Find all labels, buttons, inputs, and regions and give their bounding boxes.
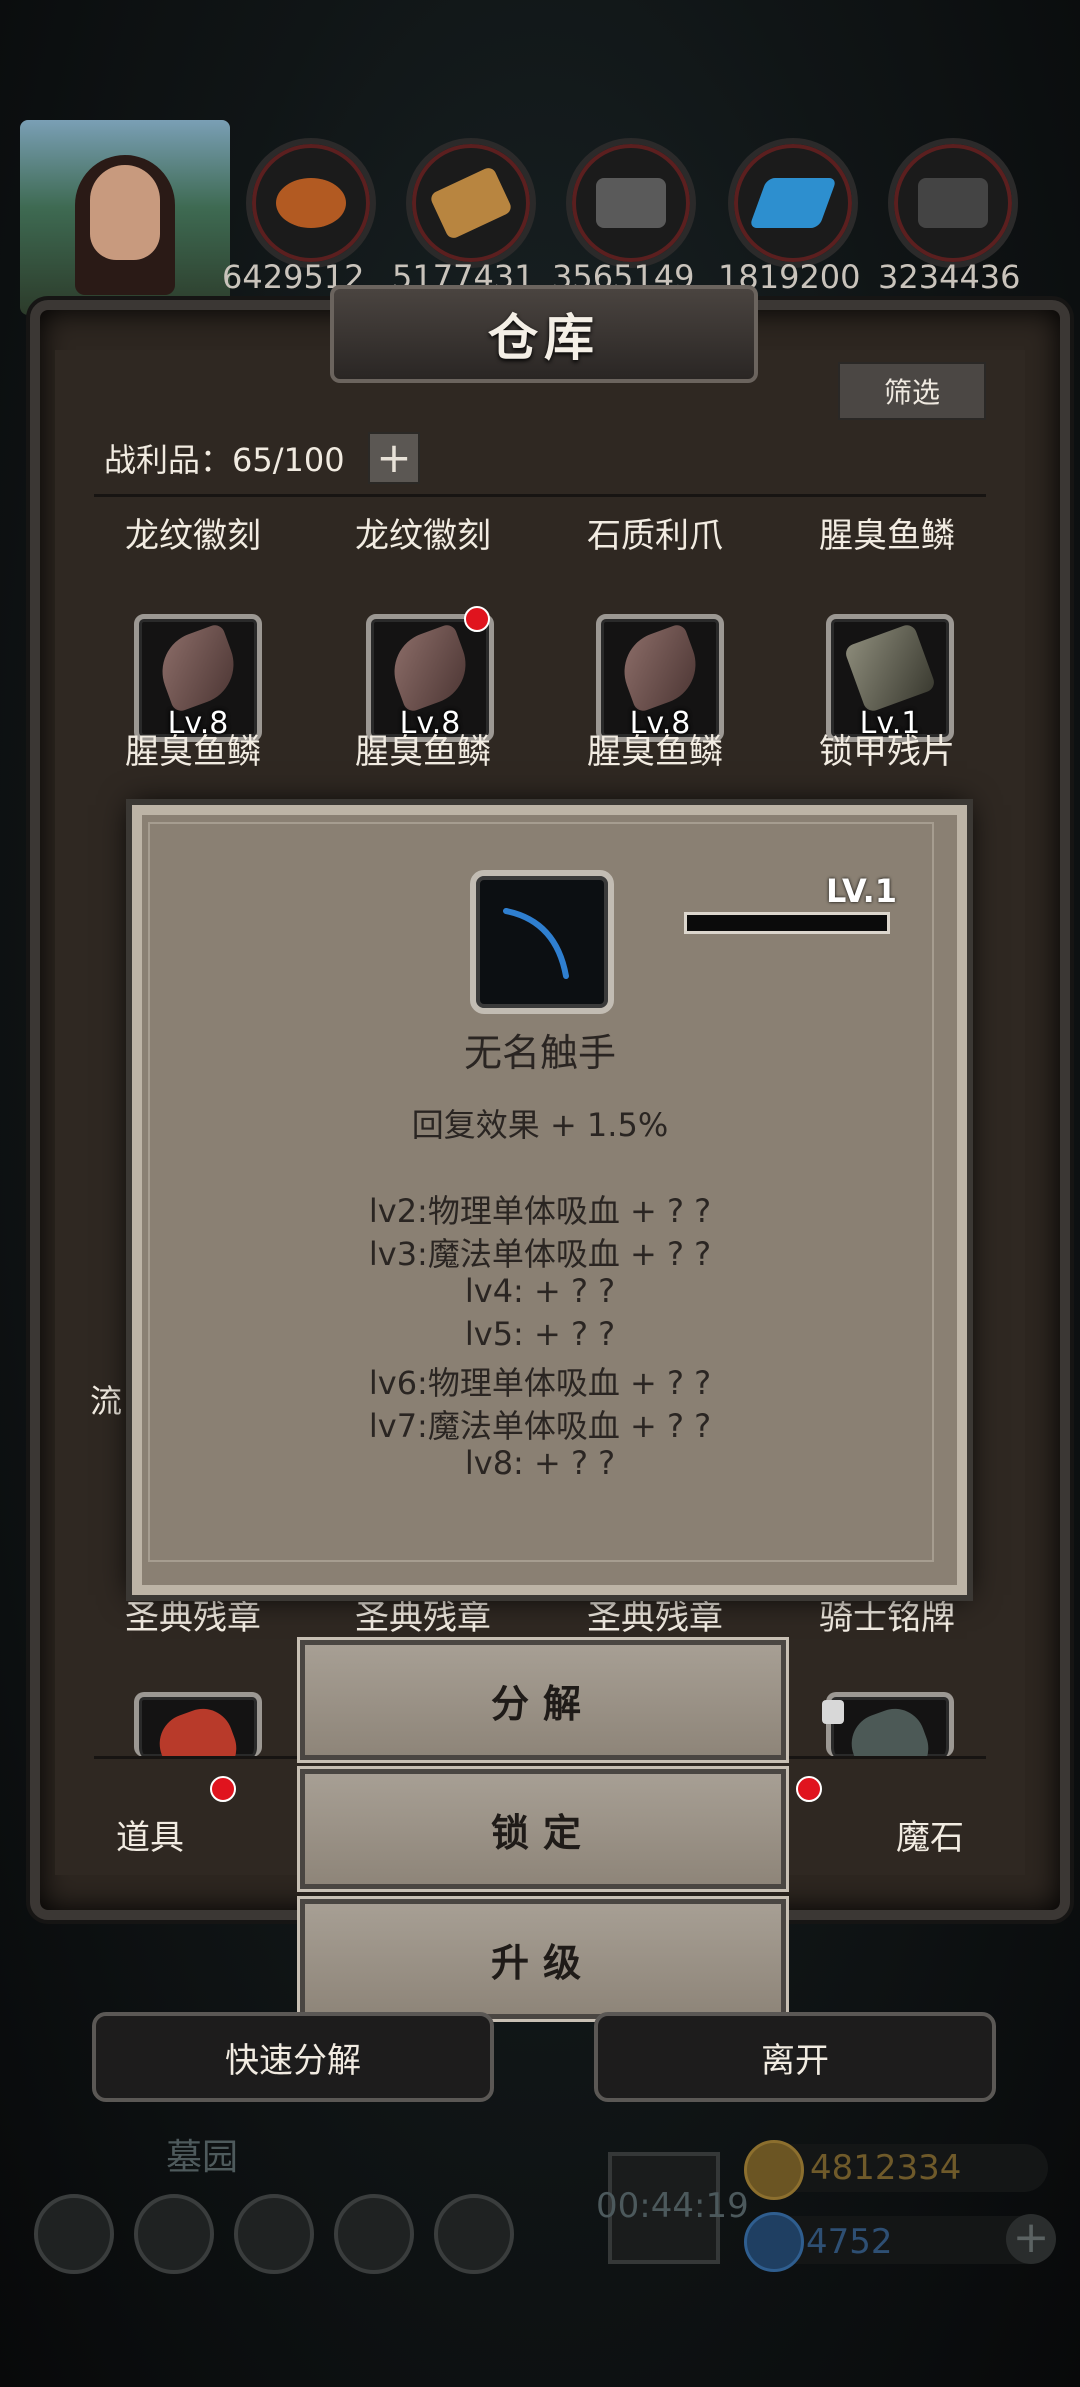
item-name: 锁甲残片	[819, 732, 955, 772]
item-label: 龙纹徽刻	[125, 516, 261, 556]
mail-icon[interactable]	[334, 2194, 414, 2274]
level-bonus-line: lv3:魔法单体吸血 + ? ?	[368, 1235, 712, 1273]
badge-icon[interactable]	[134, 2194, 214, 2274]
item-label-partial: 流	[90, 1382, 123, 1420]
item-level-label: LV.1	[826, 872, 898, 910]
upgrade-button[interactable]: 升级	[300, 1899, 786, 2019]
item-name: 圣典残章	[125, 1598, 261, 1638]
item-name: 腥臭鱼鳞	[125, 732, 261, 772]
area-name: 墓园	[166, 2137, 239, 2178]
loot-count: 战利品：65/100	[104, 441, 345, 479]
shield-icon[interactable]	[434, 2194, 514, 2274]
item-name: 骑士铭牌	[819, 1598, 955, 1638]
item-slot-fish-scale[interactable]: Lv.8	[134, 614, 262, 742]
item-name: 腥臭鱼鳞	[587, 732, 723, 772]
level-bonus-line: lv5: + ? ?	[464, 1315, 616, 1353]
item-label: 石质利爪	[587, 516, 723, 556]
filter-button[interactable]: 筛选	[838, 362, 986, 420]
tab-magic-stone[interactable]: 魔石	[896, 1810, 964, 1859]
tab-items[interactable]: 道具	[116, 1810, 184, 1859]
gift-timer: 00:44:19	[596, 2186, 749, 2226]
item-slot-partial[interactable]	[134, 1692, 262, 1757]
level-bonus-line: lv4: + ? ?	[464, 1272, 616, 1310]
tentacle-icon	[470, 870, 614, 1014]
gem-icon	[744, 2212, 804, 2272]
warehouse-title-plate: 仓库	[330, 285, 758, 383]
item-effect: 回复效果 + 1.5%	[411, 1106, 669, 1144]
lock-button[interactable]: 锁定	[300, 1769, 786, 1889]
item-slot-fish-scale[interactable]: Lv.8	[366, 614, 494, 742]
new-item-dot	[464, 606, 490, 632]
settings-icon[interactable]	[34, 2194, 114, 2274]
map-icon[interactable]	[234, 2194, 314, 2274]
item-name: 腥臭鱼鳞	[355, 732, 491, 772]
item-label: 腥臭鱼鳞	[819, 516, 955, 556]
tab-magic-stone-dot	[796, 1776, 822, 1802]
item-label: 龙纹徽刻	[355, 516, 491, 556]
level-progress-bar	[684, 912, 890, 934]
ore-icon[interactable]	[246, 138, 376, 268]
gem-amount: 4752	[806, 2222, 893, 2262]
item-slot-fish-scale[interactable]: Lv.8	[596, 614, 724, 742]
item-slot-partial[interactable]	[826, 1692, 954, 1757]
expand-capacity-button[interactable]: +	[368, 432, 420, 484]
steel-icon[interactable]	[888, 138, 1018, 268]
divider	[94, 494, 986, 497]
warehouse-title: 仓库	[488, 309, 600, 367]
gold-amount: 4812334	[810, 2148, 962, 2188]
quick-decompose-button[interactable]: 快速分解	[92, 2012, 494, 2102]
player-avatar[interactable]	[20, 120, 230, 315]
item-slot-chainmail-fragment[interactable]: Lv.1	[826, 614, 954, 742]
gold-coin-icon	[744, 2140, 804, 2200]
crystal-icon[interactable]	[728, 138, 858, 268]
wood-icon[interactable]	[406, 138, 536, 268]
level-bonus-line: lv7:魔法单体吸血 + ? ?	[368, 1407, 712, 1445]
level-bonus-line: lv2:物理单体吸血 + ? ?	[368, 1192, 712, 1230]
item-name: 圣典残章	[587, 1598, 723, 1638]
iron-icon[interactable]	[566, 138, 696, 268]
level-bonus-line: lv8: + ? ?	[464, 1444, 616, 1482]
resource-steel-count: 3234436	[878, 258, 1021, 296]
tab-items-dot	[210, 1776, 236, 1802]
add-currency-button[interactable]: +	[1006, 2214, 1056, 2264]
decompose-button[interactable]: 分解	[300, 1640, 786, 1760]
level-bonus-line: lv6:物理单体吸血 + ? ?	[368, 1364, 712, 1402]
leave-button[interactable]: 离开	[594, 2012, 996, 2102]
item-name: 圣典残章	[355, 1598, 491, 1638]
item-name-title: 无名触手	[463, 1031, 616, 1075]
lock-icon	[822, 1700, 844, 1724]
